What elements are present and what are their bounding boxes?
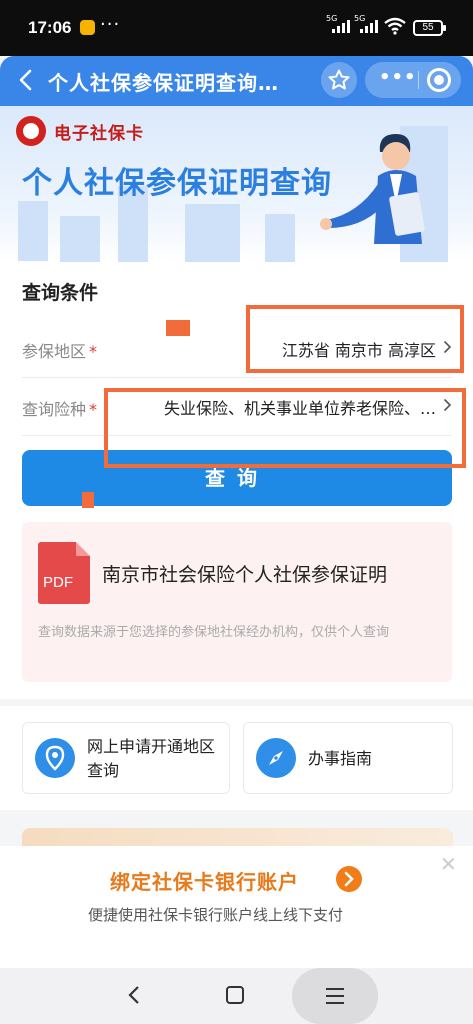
mini-program-header: 个人社保参保证明查询… ••• bbox=[0, 56, 473, 106]
star-icon bbox=[328, 69, 350, 90]
highlight-box-region bbox=[246, 305, 464, 373]
favorite-button[interactable] bbox=[321, 62, 357, 98]
city-building bbox=[60, 216, 100, 262]
system-navigation-bar bbox=[0, 968, 473, 1024]
insurance-type-label: 查询险种 * bbox=[22, 396, 97, 420]
signal-bars-icon-2 bbox=[360, 20, 378, 33]
certificate-pdf-card[interactable]: PDF 南京市社会保险个人社保参保证明 查询数据来源于您选择的参保地社保经办机构… bbox=[22, 522, 452, 682]
insurance-type-label-text: 查询险种 bbox=[22, 400, 87, 419]
close-icon[interactable]: ✕ bbox=[440, 852, 457, 876]
compass-icon bbox=[256, 738, 296, 778]
system-back-icon[interactable] bbox=[122, 982, 148, 1008]
required-mark: * bbox=[89, 342, 98, 361]
pdf-file-icon: PDF bbox=[38, 542, 90, 604]
notification-app-icon bbox=[80, 20, 95, 35]
city-building bbox=[265, 214, 295, 262]
status-more-icon: ··· bbox=[100, 14, 121, 35]
region-label-text: 参保地区 bbox=[22, 342, 87, 361]
capsule-divider bbox=[418, 71, 419, 89]
battery-icon: 55 bbox=[413, 20, 446, 36]
shortcut-section: 网上申请开通地区查询 办事指南 bbox=[0, 706, 473, 810]
data-source-note: 查询数据来源于您选择的参保地社保经办机构，仅供个人查询 bbox=[38, 625, 390, 640]
status-bar: 17:06 ··· 5G 5G 55 bbox=[0, 0, 473, 56]
certificate-title: 南京市社会保险个人社保参保证明 bbox=[102, 564, 388, 586]
apply-region-query-label: 网上申请开通地区查询 bbox=[87, 737, 216, 780]
brand-name: 电子社保卡 bbox=[54, 123, 144, 144]
apply-region-query-shortcut[interactable]: 网上申请开通地区查询 bbox=[22, 722, 230, 794]
region-label: 参保地区 * bbox=[22, 338, 97, 362]
pdf-icon-text: PDF bbox=[43, 574, 73, 591]
signal-bars-icon bbox=[332, 20, 350, 33]
required-mark: * bbox=[89, 400, 98, 419]
more-options-icon[interactable]: ••• bbox=[379, 67, 417, 88]
social-security-logo bbox=[16, 116, 46, 146]
status-time: 17:06 bbox=[28, 18, 72, 37]
city-building bbox=[18, 201, 48, 261]
brand-logo-group: 电子社保卡 bbox=[16, 116, 144, 146]
query-form-card: 查询条件 参保地区 * 江苏省 南京市 高淳区 查询险种 * 失业保险、机关事业单位… bbox=[0, 262, 473, 699]
service-guide-shortcut[interactable]: 办事指南 bbox=[243, 722, 453, 794]
highlight-marker bbox=[82, 492, 94, 508]
location-pin-icon bbox=[35, 738, 75, 778]
back-arrow-icon[interactable] bbox=[12, 65, 42, 95]
banner-title: 个人社保参保证明查询 bbox=[22, 166, 332, 201]
arrow-right-circle-icon[interactable] bbox=[336, 866, 362, 892]
service-guide-label: 办事指南 bbox=[308, 749, 373, 768]
menu-icon bbox=[326, 988, 344, 1004]
bind-bank-account-banner[interactable]: 绑定社保卡银行账户 便捷使用社保卡银行账户线上线下支付 ✕ bbox=[0, 846, 473, 968]
businessman-illustration bbox=[320, 134, 425, 244]
page-banner: 电子社保卡 个人社保参保证明查询 bbox=[0, 106, 473, 262]
wifi-icon bbox=[384, 17, 406, 35]
page-title: 个人社保参保证明查询… bbox=[48, 71, 279, 95]
highlight-box-insurance-type bbox=[104, 388, 466, 468]
close-miniprogram-icon[interactable] bbox=[427, 68, 451, 92]
city-building bbox=[185, 204, 240, 262]
bind-bank-account-title: 绑定社保卡银行账户 bbox=[110, 870, 299, 894]
bind-bank-account-subtitle: 便捷使用社保卡银行账户线上线下支付 bbox=[88, 906, 344, 924]
capsule-menu: ••• bbox=[365, 62, 461, 98]
system-home-icon[interactable] bbox=[226, 986, 244, 1004]
query-conditions-title: 查询条件 bbox=[22, 282, 99, 304]
highlight-marker bbox=[166, 320, 190, 336]
